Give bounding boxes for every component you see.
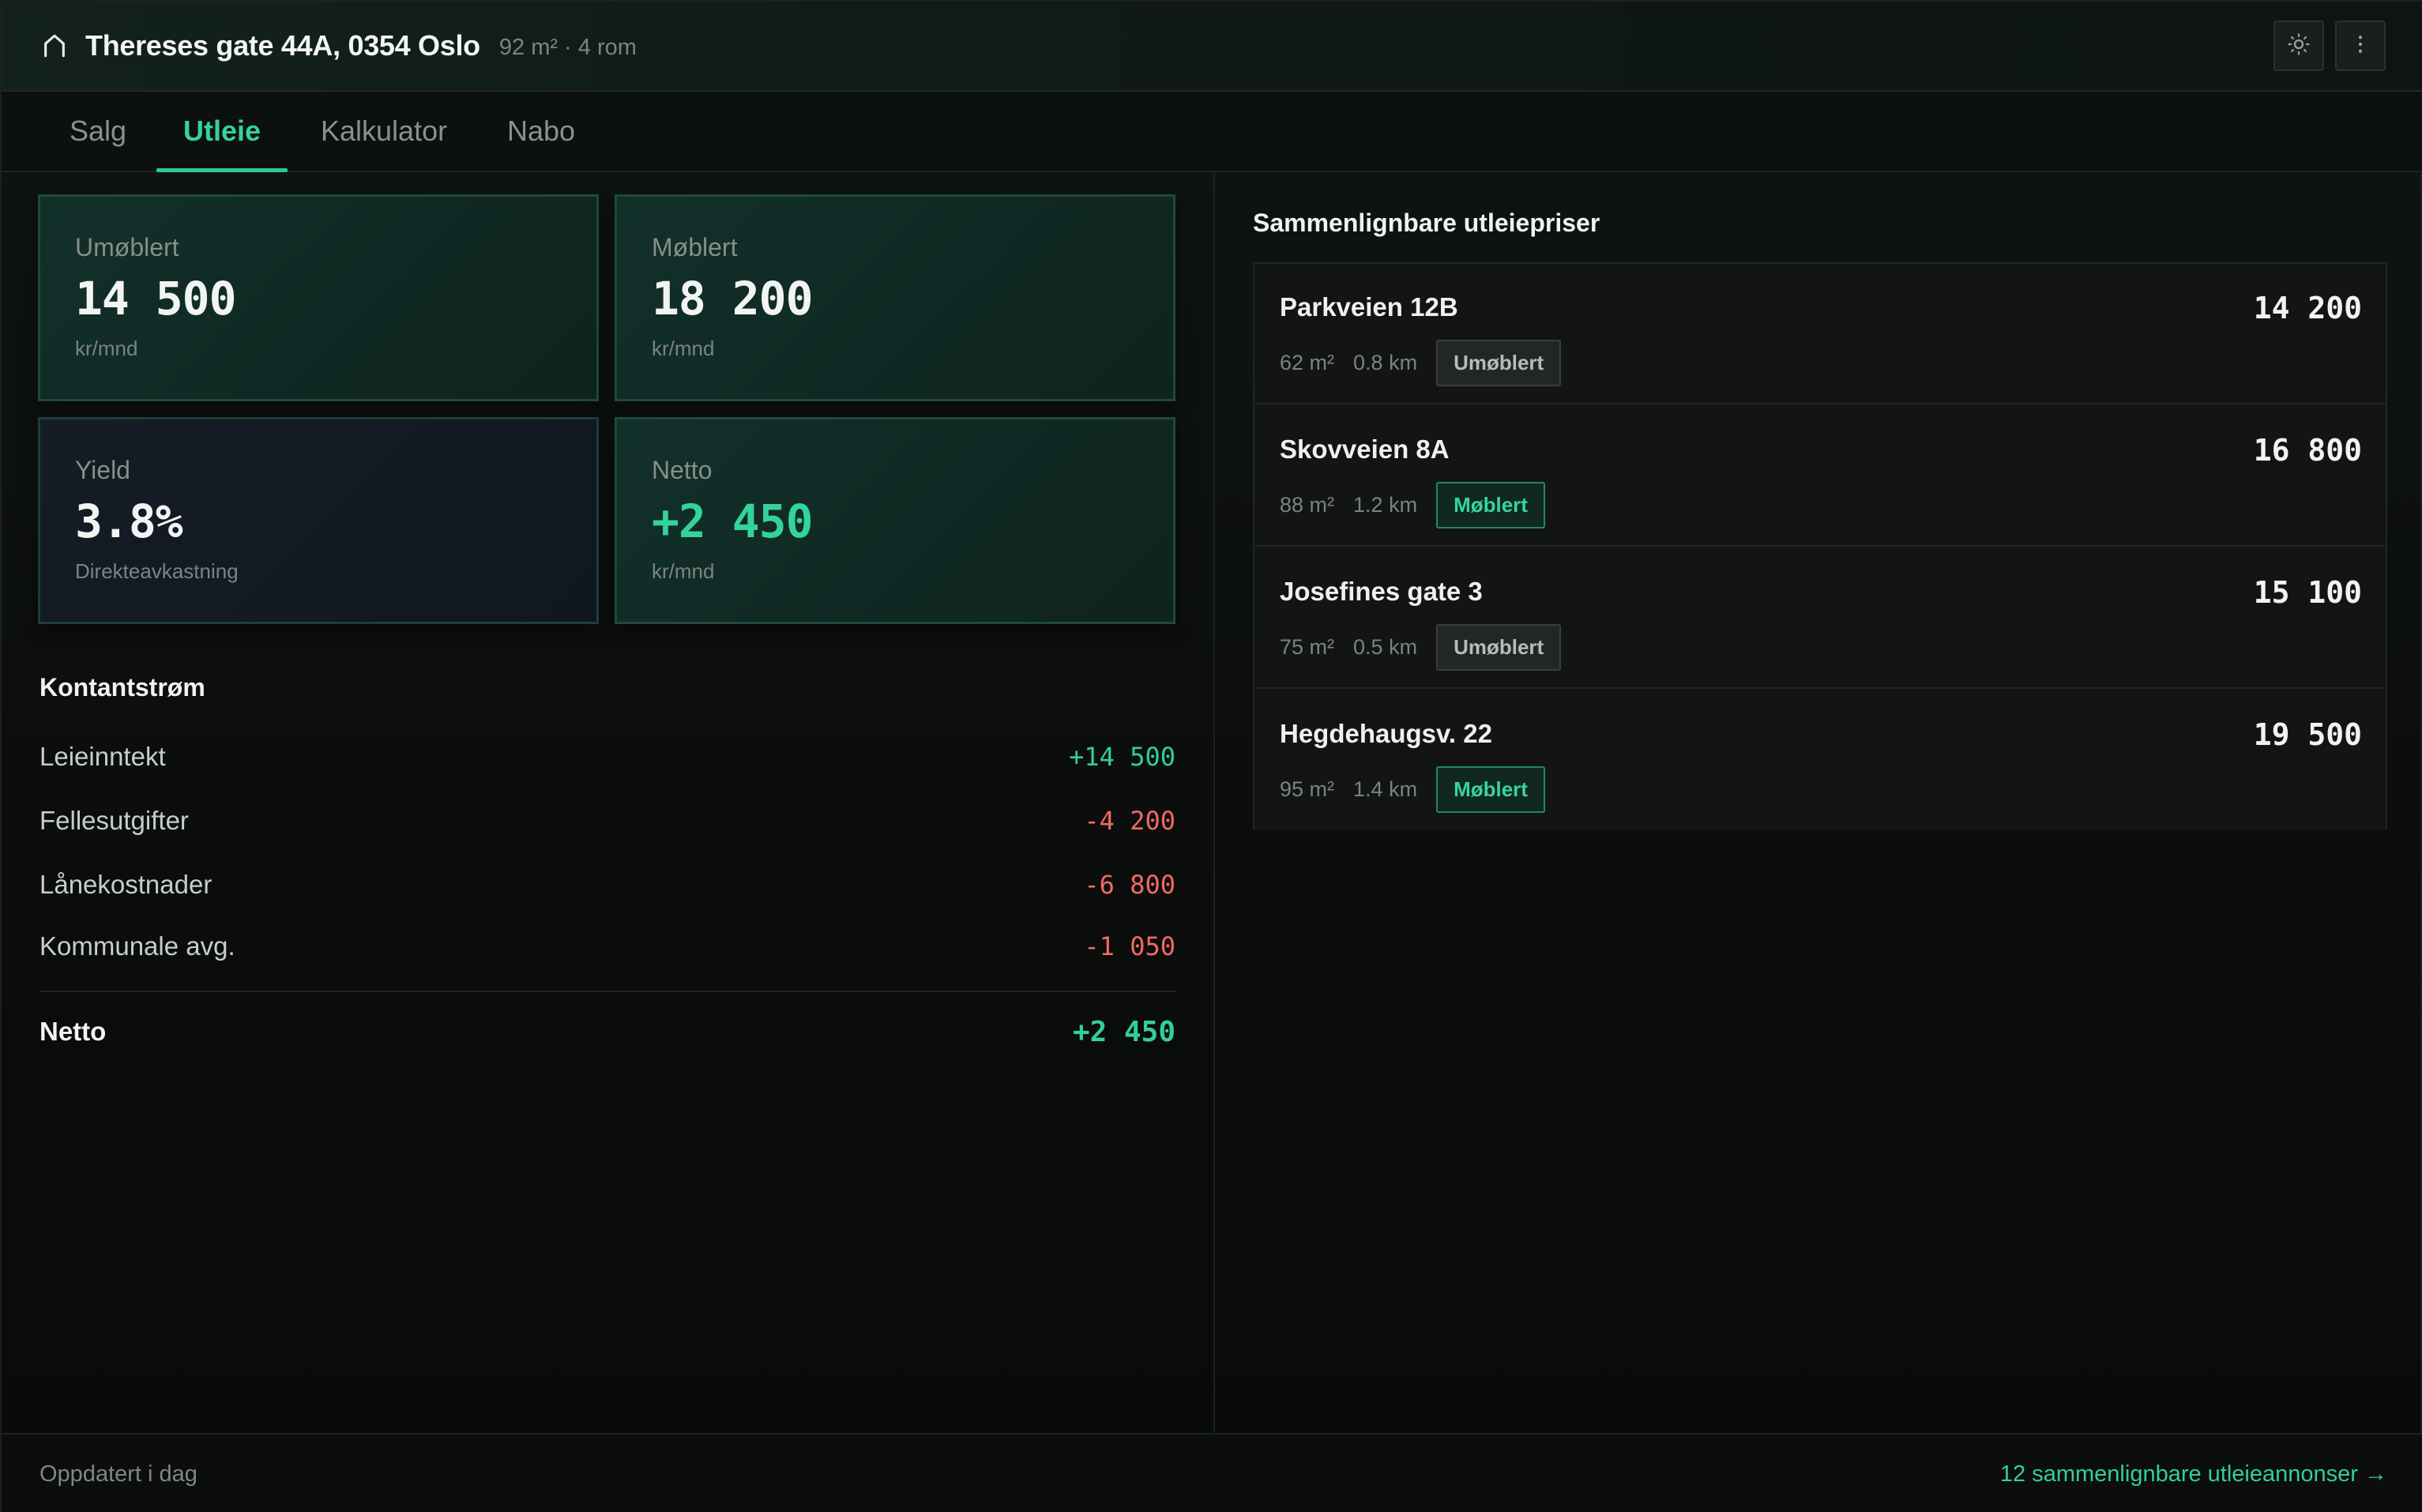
card-unit: Direkteavkastning (75, 559, 239, 583)
card-unfurnished: Umøblert 14 500 kr/mnd (38, 194, 599, 401)
card-furnished: Møblert 18 200 kr/mnd (615, 194, 1175, 401)
page-title: Thereses gate 44A, 0354 Oslo (85, 29, 480, 62)
list-item[interactable]: Parkveien 12B 14 200 62 m² 0.8 km Umøble… (1254, 264, 2386, 404)
comparable-distance: 1.4 km (1353, 777, 1418, 801)
home-icon (41, 32, 70, 60)
list-item[interactable]: Skovveien 8A 16 800 88 m² 1.2 km Møblert (1254, 406, 2386, 547)
app-window: Thereses gate 44A, 0354 Oslo 92 m² · 4 r… (0, 0, 2422, 1512)
cashflow-row-rent: Leieinntekt +14 500 (39, 733, 1175, 780)
comparable-size: 62 m² (1280, 351, 1335, 374)
column-divider (1213, 172, 1215, 1433)
card-label: Yield (75, 456, 130, 484)
theme-toggle-button[interactable] (2273, 21, 2324, 71)
card-value: 18 200 (652, 272, 814, 325)
card-value: 14 500 (75, 272, 237, 325)
comparable-size: 95 m² (1280, 777, 1335, 801)
comparable-address: Hegdehaugsv. 22 (1280, 719, 1492, 748)
cashflow-value: -1 050 (1084, 931, 1175, 961)
cashflow-label: Fellesutgifter (39, 806, 189, 835)
cashflow-value: -4 200 (1084, 806, 1175, 836)
comparable-meta: 75 m² 0.5 km Umøblert (1280, 624, 1562, 671)
cashflow-total-value: +2 450 (1072, 1015, 1175, 1048)
comparable-distance: 0.8 km (1353, 351, 1418, 374)
card-label: Møblert (652, 233, 738, 261)
card-value: +2 450 (652, 495, 814, 548)
tab-utleie[interactable]: Utleie (156, 92, 288, 172)
header: Thereses gate 44A, 0354 Oslo 92 m² · 4 r… (2, 2, 2422, 92)
list-item[interactable]: Hegdehaugsv. 22 19 500 95 m² 1.4 km Møbl… (1254, 690, 2386, 831)
cashflow-title: Kontantstrøm (39, 673, 205, 701)
cashflow-row-loan: Lånekostnader -6 800 (39, 861, 1175, 908)
more-vertical-icon (2349, 32, 2372, 60)
sun-icon (2287, 32, 2311, 60)
tab-kalkulator[interactable]: Kalkulator (294, 92, 474, 171)
comparable-meta: 95 m² 1.4 km Møblert (1280, 766, 1545, 813)
card-unit: kr/mnd (652, 559, 715, 583)
cashflow-value: +14 500 (1069, 742, 1175, 772)
list-item[interactable]: Josefines gate 3 15 100 75 m² 0.5 km Umø… (1254, 548, 2386, 689)
status-badge: Umøblert (1436, 340, 1562, 386)
comparable-size: 75 m² (1280, 635, 1335, 659)
cashflow-total-label: Netto (39, 1017, 107, 1046)
status-badge: Møblert (1436, 766, 1545, 813)
tab-bar: Salg Utleie Kalkulator Nabo (2, 92, 2422, 172)
cashflow-label: Lånekostnader (39, 870, 212, 899)
cashflow-label: Leieinntekt (39, 742, 166, 771)
comparable-distance: 0.5 km (1353, 635, 1418, 659)
comparables-title: Sammenlignbare utleiepriser (1253, 209, 1600, 237)
card-unit: kr/mnd (652, 337, 715, 360)
cashflow-row-municipal: Kommunale avg. -1 050 (39, 923, 1175, 970)
comparable-address: Parkveien 12B (1280, 292, 1458, 322)
status-badge: Umøblert (1436, 624, 1562, 671)
cashflow-total-row: Netto +2 450 (39, 1008, 1175, 1055)
tab-salg[interactable]: Salg (43, 92, 153, 171)
updated-status: Oppdatert i dag (39, 1461, 197, 1487)
more-menu-button[interactable] (2335, 21, 2386, 71)
status-badge: Møblert (1436, 482, 1545, 528)
cashflow-label: Kommunale avg. (39, 931, 235, 961)
cashflow-value: -6 800 (1084, 870, 1175, 900)
card-net: Netto +2 450 kr/mnd (615, 417, 1175, 624)
cashflow-divider (39, 991, 1175, 992)
comparable-size: 88 m² (1280, 493, 1335, 517)
footer: Oppdatert i dag 12 sammenlignbare utleie… (2, 1433, 2422, 1512)
comparables-list: Parkveien 12B 14 200 62 m² 0.8 km Umøble… (1253, 262, 2387, 831)
comparable-distance: 1.2 km (1353, 493, 1418, 517)
comparable-address: Skovveien 8A (1280, 434, 1450, 464)
card-yield: Yield 3.8% Direkteavkastning (38, 417, 599, 624)
card-label: Netto (652, 456, 713, 484)
comparable-price: 16 800 (2253, 433, 2362, 468)
comparable-address: Josefines gate 3 (1280, 577, 1483, 606)
cashflow-row-common: Fellesutgifter -4 200 (39, 797, 1175, 844)
comparable-meta: 62 m² 0.8 km Umøblert (1280, 340, 1562, 386)
comparable-price: 14 200 (2253, 291, 2362, 325)
comparable-price: 19 500 (2253, 717, 2362, 752)
comparable-meta: 88 m² 1.2 km Møblert (1280, 482, 1545, 528)
comparable-price: 15 100 (2253, 575, 2362, 610)
property-meta: 92 m² · 4 rom (498, 34, 637, 60)
card-value: 3.8% (75, 495, 183, 548)
card-unit: kr/mnd (75, 337, 138, 360)
comparables-link[interactable]: 12 sammenlignbare utleieannonser → (2000, 1461, 2387, 1488)
tab-nabo[interactable]: Nabo (480, 92, 602, 171)
card-label: Umøblert (75, 233, 179, 261)
